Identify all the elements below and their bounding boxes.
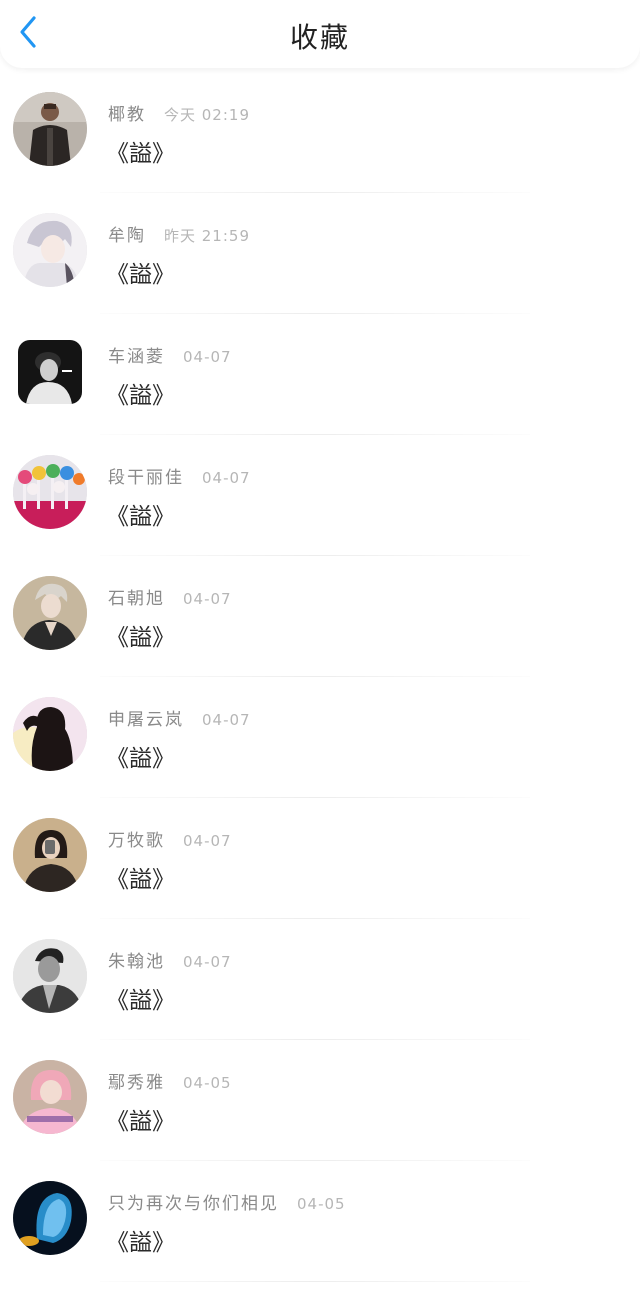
list-item[interactable]: 朱翰池 04-07 《謚》 [0,919,640,1040]
sender-name: 段干丽佳 [108,468,184,488]
avatar [13,576,87,650]
avatar [13,92,87,166]
list-item[interactable]: 段干丽佳 04-07 《謚》 [0,435,640,556]
sender-name: 万牧歌 [108,831,165,851]
item-content: 《謚》 [106,383,175,409]
item-content: 《謚》 [106,1230,175,1256]
list-item[interactable]: 鄢秀雅 04-05 《謚》 [0,1040,640,1161]
timestamp: 04-07 [202,711,251,729]
list-item[interactable]: 只为再次与你们相见 04-05 《謚》 [0,1161,640,1282]
item-content: 《謚》 [106,867,175,893]
list-item[interactable]: 牟陶 昨天 21:59 《謚》 [0,193,640,314]
sender-name: 只为再次与你们相见 [108,1194,279,1214]
avatar [18,340,82,404]
item-content: 《謚》 [106,988,175,1014]
avatar [13,213,87,287]
page-title: 收藏 [289,21,350,54]
list-item[interactable]: 万牧歌 04-07 《謚》 [0,798,640,919]
avatar [13,818,87,892]
sender-name: 牟陶 [108,226,146,246]
sender-name: 申屠云岚 [108,710,184,730]
avatar [13,455,87,529]
timestamp: 04-05 [183,1074,232,1092]
avatar [13,1060,87,1134]
timestamp: 04-07 [183,953,232,971]
top-bar: 收藏 [0,0,640,68]
avatar [13,697,87,771]
sender-name: 鄢秀雅 [108,1073,165,1093]
timestamp: 04-07 [183,348,232,366]
list-item[interactable]: 车涵菱 04-07 《謚》 [0,314,640,435]
list-item[interactable]: 石朝旭 04-07 《謚》 [0,556,640,677]
sender-name: 椰教 [108,105,146,125]
avatar [13,939,87,1013]
timestamp: 昨天 21:59 [164,227,250,245]
sender-name: 车涵菱 [108,347,165,367]
timestamp: 04-05 [297,1195,346,1213]
item-content: 《謚》 [106,1109,175,1135]
avatar [13,1181,87,1255]
sender-name: 朱翰池 [108,952,165,972]
list-item[interactable]: 申屠云岚 04-07 《謚》 [0,677,640,798]
item-content: 《謚》 [106,746,175,772]
divider [100,1281,530,1282]
favorites-list: 椰教 今天 02:19 《謚》 牟陶 昨天 21:59 《謚》 车涵菱 04-0… [0,72,640,1282]
item-content: 《謚》 [106,625,175,651]
timestamp: 04-07 [183,590,232,608]
list-item[interactable]: 椰教 今天 02:19 《謚》 [0,72,640,193]
item-content: 《謚》 [106,504,175,530]
timestamp: 04-07 [183,832,232,850]
timestamp: 04-07 [202,469,251,487]
timestamp: 今天 02:19 [164,106,250,124]
sender-name: 石朝旭 [108,589,165,609]
item-content: 《謚》 [106,262,175,288]
item-content: 《謚》 [106,141,175,167]
